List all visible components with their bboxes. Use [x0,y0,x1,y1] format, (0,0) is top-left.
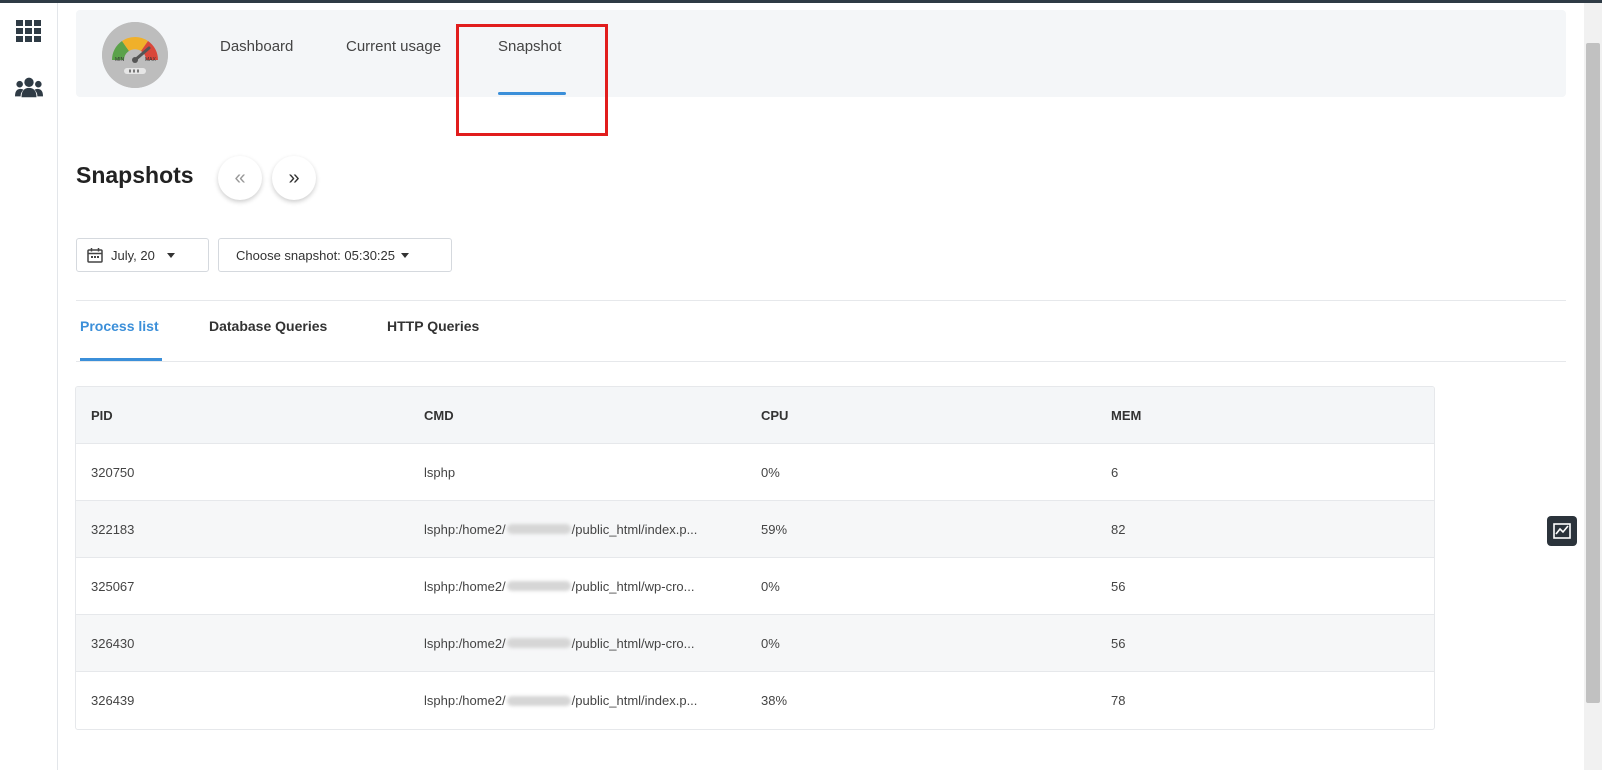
tab-dashboard[interactable]: Dashboard [220,38,293,55]
mem-cell: 78 [1111,693,1126,708]
cmd-prefix: lsphp:/home2/ [424,693,506,708]
calendar-icon [87,247,103,263]
top-border [0,0,1602,3]
mem-cell: 6 [1111,464,1119,480]
redacted-username [506,581,571,591]
cpu-cell: 59% [761,521,788,537]
date-dropdown[interactable]: July, 20 [76,238,209,272]
pid-cell: 320750 [91,464,135,480]
divider [76,361,1566,362]
cmd-prefix: lsphp:/home2/ [424,578,506,594]
pid-cell: 322183 [91,521,135,537]
table-row[interactable]: 326439 lsphp:/home2/ /public_html/index.… [76,672,1434,729]
date-label: July, 20 [111,247,155,263]
scrollbar-thumb[interactable] [1586,43,1600,703]
vertical-scrollbar[interactable] [1584,3,1602,770]
cmd-prefix: lsphp:/home2/ [424,635,506,651]
page-title: Snapshots [76,162,194,188]
col-header-mem[interactable]: MEM [1111,387,1141,443]
cpu-cell: 0% [761,464,780,480]
next-snapshot-button[interactable]: » [272,156,316,200]
prev-snapshot-button[interactable]: « [218,156,262,200]
pid-cell: 325067 [91,578,135,594]
cmd-prefix: lsphp [424,464,456,480]
gauge-logo[interactable]: MIN MAX [102,22,168,88]
left-sidebar [0,3,58,770]
top-nav: MIN MAX Dashboard Current usage Snapshot [76,10,1566,97]
table-row[interactable]: 322183 lsphp:/home2/ /public_html/index.… [76,501,1434,558]
cmd-cell: lsphp [424,444,455,500]
snapshot-dropdown[interactable]: Choose snapshot: 05:30:25 [218,238,452,272]
cmd-prefix: lsphp:/home2/ [424,521,506,537]
cpu-cell: 38% [761,693,788,708]
caret-down-icon [401,252,410,258]
chart-toggle-button[interactable] [1547,516,1577,546]
col-header-cmd[interactable]: CMD [424,387,454,443]
col-header-pid[interactable]: PID [91,387,113,443]
tab-current-usage[interactable]: Current usage [346,38,441,55]
cpu-cell: 0% [761,578,780,594]
cmd-suffix: /public_html/index.p... [571,521,698,537]
cmd-suffix: /public_html/wp-cro... [571,578,695,594]
redacted-username [506,695,571,706]
double-chevron-left-icon: « [234,166,246,189]
chart-icon [1553,523,1571,539]
pid-cell: 326430 [91,635,135,651]
table-row[interactable]: 325067 lsphp:/home2/ /public_html/wp-cro… [76,558,1434,615]
mem-cell: 56 [1111,635,1126,651]
cmd-suffix: /public_html/index.p... [571,693,698,708]
subtab-process-list[interactable]: Process list [80,318,159,334]
grid-icon[interactable] [15,17,43,45]
table-row[interactable]: 320750 lsphp 0% 6 [76,444,1434,501]
subtab-http-queries[interactable]: HTTP Queries [387,318,479,334]
snapshot-label: Choose snapshot: 05:30:25 [236,247,396,263]
subtab-database-queries[interactable]: Database Queries [209,318,327,334]
cmd-cell: lsphp:/home2/ /public_html/wp-cro... [424,615,695,671]
double-chevron-right-icon: » [288,166,300,189]
pid-cell: 326439 [91,693,135,708]
mem-cell: 82 [1111,521,1126,537]
logo-max-label: MAX [145,57,156,63]
table-row[interactable]: 326430 lsphp:/home2/ /public_html/wp-cro… [76,615,1434,672]
cmd-cell: lsphp:/home2/ /public_html/wp-cro... [424,558,695,614]
cmd-cell: lsphp:/home2/ /public_html/index.p... [424,672,697,729]
redacted-username [506,524,571,534]
cpu-cell: 0% [761,635,780,651]
redacted-username [506,638,571,648]
cmd-cell: lsphp:/home2/ /public_html/index.p... [424,501,697,557]
logo-min-label: MIN [115,57,125,63]
mem-cell: 56 [1111,578,1126,594]
snapshot-highlight-box [456,24,608,136]
caret-down-icon [166,252,175,258]
col-header-cpu[interactable]: CPU [761,387,788,443]
users-icon[interactable] [15,73,43,101]
divider [76,300,1566,301]
process-table: PID CMD CPU MEM 320750 lsphp 0% 6 322183… [75,386,1435,730]
cmd-suffix: /public_html/wp-cro... [571,635,695,651]
table-header-row: PID CMD CPU MEM [76,387,1434,444]
